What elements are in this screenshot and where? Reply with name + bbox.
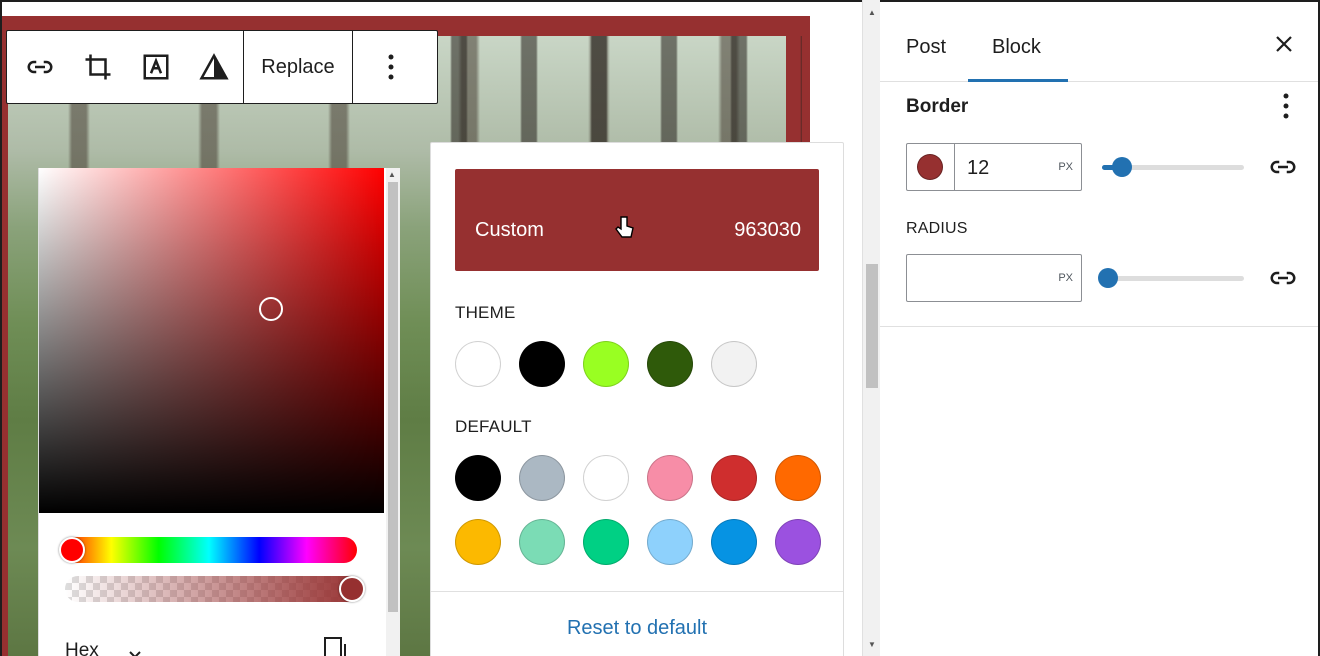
theme-label: THEME bbox=[455, 303, 516, 322]
alpha-handle[interactable] bbox=[339, 576, 365, 602]
default-swatch-4[interactable] bbox=[647, 455, 693, 501]
radius-unit[interactable]: PX bbox=[1058, 272, 1073, 284]
theme-swatch-2[interactable] bbox=[519, 341, 565, 387]
border-width-slider[interactable] bbox=[1102, 157, 1244, 177]
link-icon bbox=[27, 60, 53, 74]
reset-to-default-button[interactable]: Reset to default bbox=[431, 617, 843, 640]
crop-icon bbox=[85, 54, 111, 80]
hue-handle[interactable] bbox=[59, 537, 85, 563]
duotone-button[interactable] bbox=[185, 31, 243, 103]
scrollbar-thumb[interactable] bbox=[866, 264, 878, 388]
duotone-icon bbox=[199, 53, 229, 80]
radius-slider[interactable] bbox=[1098, 268, 1244, 288]
editor-canvas: Replace ▲ Hex Custom 963030 THEME DEFAUL… bbox=[0, 0, 862, 656]
default-swatch-3[interactable] bbox=[583, 519, 629, 565]
scroll-down-icon[interactable]: ▼ bbox=[868, 640, 876, 649]
crop-button[interactable] bbox=[69, 31, 127, 103]
default-swatch-6[interactable] bbox=[775, 455, 821, 501]
toolbar-icon-group bbox=[7, 31, 243, 103]
scroll-up-icon[interactable]: ▲ bbox=[868, 8, 876, 17]
default-swatch-1[interactable] bbox=[455, 519, 501, 565]
default-swatch-1[interactable] bbox=[455, 455, 501, 501]
more-vertical-icon bbox=[388, 54, 394, 80]
border-color-button[interactable] bbox=[907, 144, 955, 190]
radius-label: RADIUS bbox=[906, 220, 968, 237]
link-button[interactable] bbox=[11, 31, 69, 103]
settings-sidebar: Post Block Border 12 PX RADIUS PX bbox=[880, 0, 1320, 656]
custom-color-value: 963030 bbox=[734, 219, 801, 241]
more-vertical-icon[interactable] bbox=[1282, 92, 1290, 122]
default-swatch-3[interactable] bbox=[583, 455, 629, 501]
default-swatch-4[interactable] bbox=[647, 519, 693, 565]
chevron-down-icon[interactable] bbox=[127, 646, 143, 656]
replace-button[interactable]: Replace bbox=[244, 31, 352, 103]
default-swatches-row-2 bbox=[455, 519, 821, 565]
tab-block[interactable]: Block bbox=[968, 2, 1068, 82]
border-width-input[interactable]: 12 bbox=[967, 157, 989, 180]
default-swatch-6[interactable] bbox=[775, 519, 821, 565]
hue-slider[interactable] bbox=[59, 537, 357, 563]
default-swatch-5[interactable] bbox=[711, 519, 757, 565]
scrollbar-thumb[interactable] bbox=[388, 182, 398, 612]
custom-color-label: Custom bbox=[475, 219, 544, 241]
theme-swatch-1[interactable] bbox=[455, 341, 501, 387]
theme-swatch-4[interactable] bbox=[647, 341, 693, 387]
border-width-unit[interactable]: PX bbox=[1058, 161, 1073, 173]
text-overlay-icon bbox=[143, 54, 169, 80]
theme-swatch-5[interactable] bbox=[711, 341, 757, 387]
toolbar-more-button[interactable] bbox=[353, 31, 429, 103]
radius-control[interactable]: PX bbox=[906, 254, 1082, 302]
sidebar-divider bbox=[880, 326, 1318, 327]
default-label: DEFAULT bbox=[455, 417, 532, 436]
default-swatch-2[interactable] bbox=[519, 519, 565, 565]
default-swatches-row-1 bbox=[455, 455, 821, 501]
custom-color-button[interactable]: Custom 963030 bbox=[455, 169, 819, 271]
text-overlay-button[interactable] bbox=[127, 31, 185, 103]
unlink-corners-icon[interactable] bbox=[1268, 263, 1298, 293]
theme-swatch-3[interactable] bbox=[583, 341, 629, 387]
block-toolbar: Replace bbox=[6, 30, 438, 104]
color-format-select[interactable]: Hex bbox=[65, 640, 99, 656]
theme-swatches bbox=[455, 341, 757, 387]
border-width-control: 12 PX bbox=[906, 143, 1082, 191]
default-swatch-5[interactable] bbox=[711, 455, 757, 501]
picker-scrollbar[interactable]: ▲ bbox=[386, 168, 400, 656]
saturation-area[interactable] bbox=[39, 168, 384, 513]
tab-block-label: Block bbox=[992, 36, 1041, 58]
alpha-slider[interactable] bbox=[65, 576, 365, 602]
radius-slider-thumb[interactable] bbox=[1098, 268, 1118, 288]
pointer-cursor-icon bbox=[615, 216, 634, 238]
border-color-indicator bbox=[917, 154, 943, 180]
palette-divider bbox=[431, 591, 843, 592]
border-panel-title: Border bbox=[906, 96, 969, 117]
default-swatch-2[interactable] bbox=[519, 455, 565, 501]
canvas-scrollbar[interactable]: ▲ ▼ bbox=[862, 0, 880, 656]
unlink-sides-icon[interactable] bbox=[1268, 152, 1298, 182]
border-width-slider-thumb[interactable] bbox=[1112, 157, 1133, 177]
saturation-handle[interactable] bbox=[259, 297, 283, 321]
close-icon[interactable] bbox=[1272, 32, 1296, 56]
tab-post[interactable]: Post bbox=[906, 36, 946, 59]
color-picker: ▲ Hex bbox=[38, 168, 400, 656]
copy-icon[interactable] bbox=[323, 634, 353, 656]
sidebar-tabs: Post Block bbox=[880, 2, 1318, 82]
scroll-up-icon[interactable]: ▲ bbox=[388, 170, 396, 179]
color-palette-popover: Custom 963030 THEME DEFAULT Reset to def… bbox=[430, 142, 844, 656]
